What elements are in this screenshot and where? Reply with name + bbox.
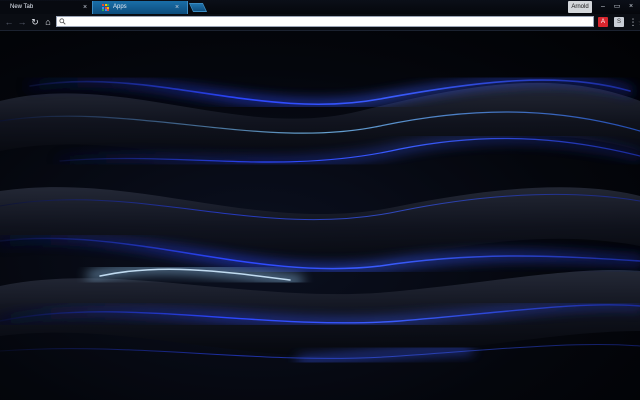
close-tab-icon[interactable]: × bbox=[81, 1, 89, 14]
close-window-icon[interactable]: × bbox=[624, 1, 638, 13]
search-icon bbox=[59, 18, 66, 25]
apps-grid-icon bbox=[102, 4, 109, 11]
new-tab-page-background bbox=[0, 31, 640, 400]
extension-icon[interactable]: S bbox=[614, 17, 624, 27]
address-input[interactable] bbox=[69, 17, 569, 26]
maximize-icon[interactable]: ▭ bbox=[610, 1, 624, 13]
menu-icon[interactable]: ⋮ bbox=[628, 16, 638, 28]
back-icon[interactable]: ← bbox=[3, 16, 15, 28]
reload-icon[interactable]: ↻ bbox=[29, 16, 41, 28]
tab-strip: New Tab × Apps × Arnold – ▭ × bbox=[0, 0, 640, 14]
new-tab-button[interactable] bbox=[188, 3, 208, 12]
minimize-icon[interactable]: – bbox=[596, 1, 610, 13]
tab-label: Apps bbox=[113, 4, 127, 10]
toolbar: ← → ↻ ⌂ ☆ A S ⋮ bbox=[0, 14, 640, 31]
profile-button[interactable]: Arnold bbox=[568, 1, 592, 13]
tab-new-tab[interactable]: New Tab × bbox=[0, 1, 96, 14]
tab-label: New Tab bbox=[10, 4, 34, 10]
wave-band bbox=[0, 82, 640, 163]
close-tab-icon[interactable]: × bbox=[173, 1, 181, 14]
extension-icon[interactable]: A bbox=[598, 17, 608, 27]
address-bar[interactable]: ☆ bbox=[56, 16, 640, 27]
wave-wallpaper bbox=[0, 76, 640, 364]
forward-icon[interactable]: → bbox=[16, 16, 28, 28]
tab-apps[interactable]: Apps × bbox=[92, 1, 188, 14]
browser-window: New Tab × Apps × Arnold – ▭ × ← → ↻ ⌂ A … bbox=[0, 0, 640, 400]
home-icon[interactable]: ⌂ bbox=[42, 16, 54, 28]
